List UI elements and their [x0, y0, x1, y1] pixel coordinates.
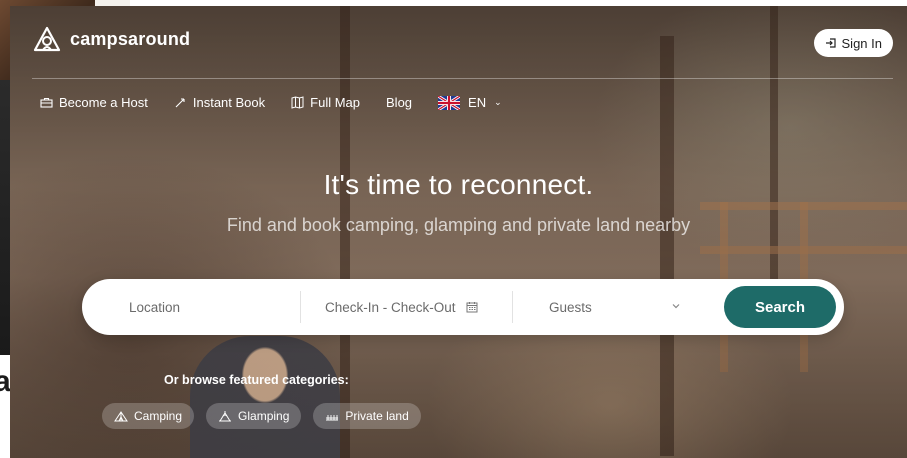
search-divider — [300, 291, 301, 323]
nav-item-become-a-host[interactable]: Become a Host — [40, 95, 148, 110]
nav-item-blog[interactable]: Blog — [386, 95, 412, 110]
location-input[interactable]: Location — [129, 279, 180, 335]
map-icon — [291, 96, 304, 109]
briefcase-icon — [40, 97, 53, 108]
chip-label: Glamping — [238, 409, 290, 423]
hero-headline: It's time to reconnect. — [323, 169, 594, 200]
sign-in-button[interactable]: Sign In — [813, 29, 893, 57]
header-divider — [32, 78, 893, 79]
campsaround-logo-icon — [33, 26, 61, 52]
search-button[interactable]: Search — [724, 286, 836, 328]
chip-label: Camping — [134, 409, 183, 423]
guests-select[interactable]: Guests — [549, 279, 592, 335]
hero-section: campsaround Sign In Become a Host Instan… — [10, 6, 907, 458]
categories-heading: Or browse featured categories: — [164, 373, 349, 387]
dates-placeholder: Check-In - Check-Out — [325, 299, 456, 315]
date-range-input[interactable]: Check-In - Check-Out — [325, 279, 478, 335]
location-placeholder: Location — [129, 299, 181, 315]
chevron-down-icon[interactable] — [670, 300, 682, 312]
language-code: EN — [468, 95, 487, 110]
nav-label: Instant Book — [192, 95, 266, 110]
brand-name: campsaround — [70, 28, 191, 49]
category-chip-camping[interactable]: Camping — [102, 403, 195, 429]
nav-label: Full Map — [310, 95, 361, 110]
brand-logo[interactable]: campsaround — [32, 24, 190, 54]
search-button-label: Search — [754, 298, 806, 316]
search-bar: Location Check-In - Check-Out Guests Sea… — [82, 279, 844, 335]
main-nav: Become a Host Instant Book Full Map Blog — [40, 95, 502, 110]
person-photo — [190, 336, 340, 458]
nav-item-instant-book[interactable]: Instant Book — [174, 95, 265, 110]
nav-label: Become a Host — [59, 95, 148, 110]
sign-in-icon — [825, 38, 836, 48]
category-chip-private-land[interactable]: Private land — [313, 403, 421, 429]
language-selector[interactable]: EN ⌄ — [438, 95, 502, 110]
chip-label: Private land — [345, 409, 409, 423]
chevron-down-icon: ⌄ — [494, 97, 502, 107]
uk-flag-icon — [438, 95, 461, 110]
sign-in-label: Sign In — [841, 35, 882, 51]
calendar-icon — [466, 302, 478, 313]
glamping-icon — [219, 411, 232, 422]
rocket-icon — [175, 98, 185, 108]
search-divider — [512, 291, 513, 323]
guests-placeholder: Guests — [549, 299, 592, 315]
category-chip-glamping[interactable]: Glamping — [206, 403, 302, 429]
nav-item-full-map[interactable]: Full Map — [291, 95, 360, 110]
tent-icon — [114, 411, 128, 422]
category-chips: Camping Glamping Private land — [102, 403, 421, 429]
nav-label: Blog — [386, 95, 413, 110]
hero-subheadline: Find and book camping, glamping and priv… — [226, 215, 691, 235]
private-land-icon — [326, 415, 339, 421]
